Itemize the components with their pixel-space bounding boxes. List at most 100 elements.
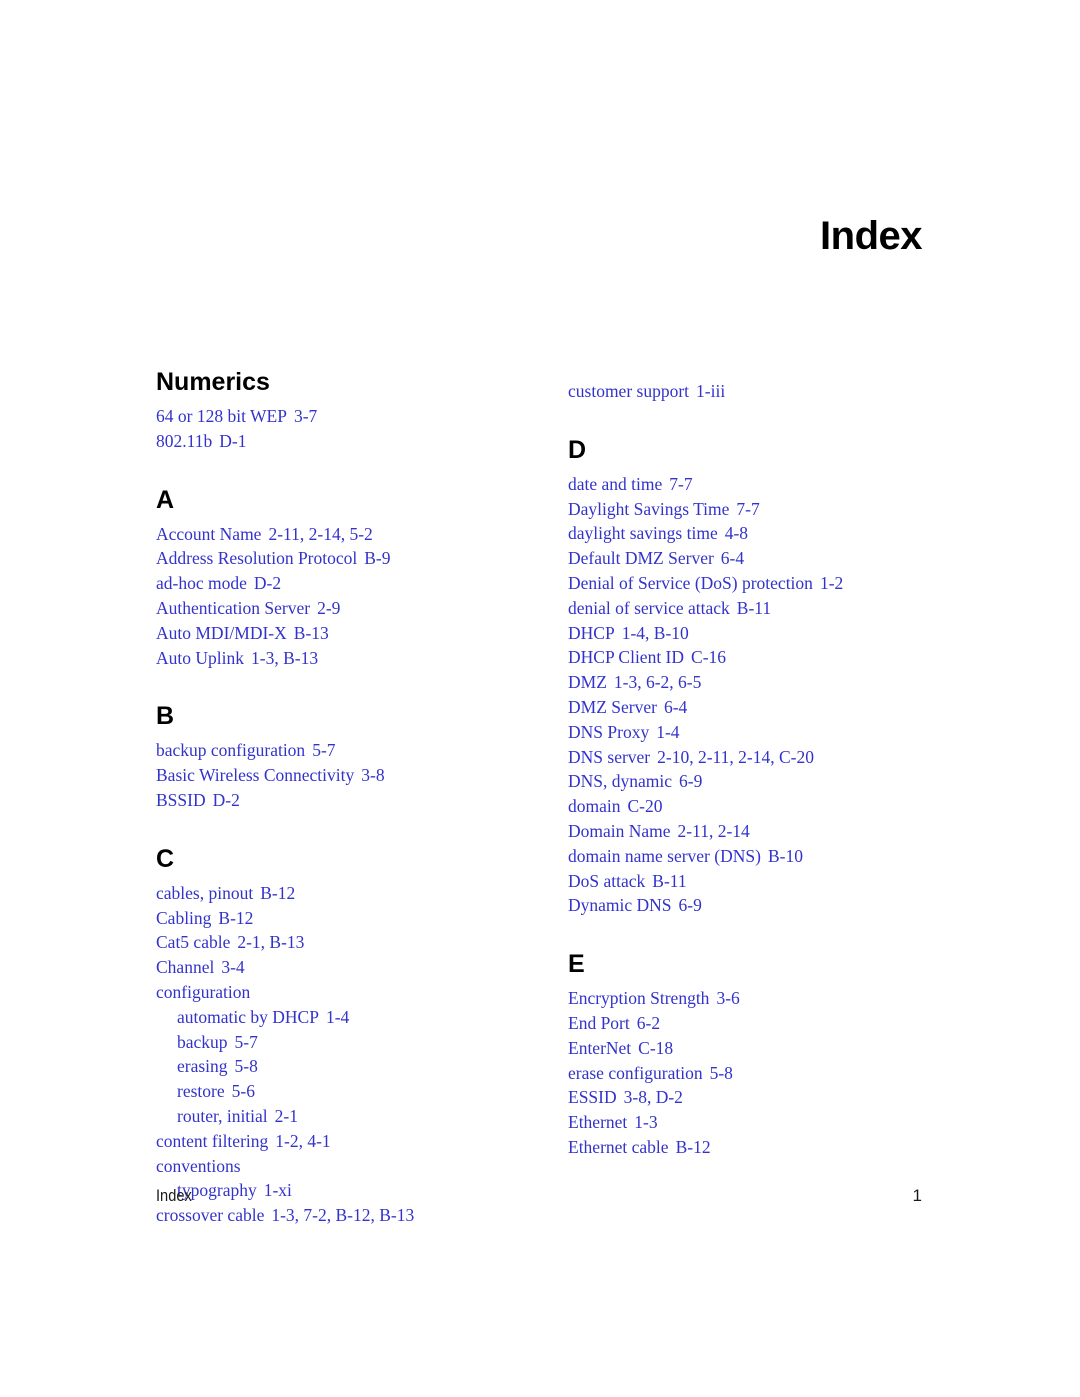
index-entry-list: date and time 7-7 Daylight Savings Time 7-7… <box>568 472 968 918</box>
entry-locators: D-1 <box>219 430 247 451</box>
entry-locators: 3-8 <box>361 765 385 786</box>
section-heading-a: A <box>156 485 175 514</box>
page-footer: Index 1 <box>156 1186 922 1208</box>
entry-term: Dynamic DNS <box>568 895 672 916</box>
index-entry[interactable]: BSSID D-2 <box>156 788 556 813</box>
entry-locators: 1-3 <box>634 1112 658 1133</box>
index-entry[interactable]: backup configuration 5-7 <box>156 738 556 763</box>
index-entry[interactable]: ESSID 3-8, D-2 <box>568 1085 968 1110</box>
entry-locators: B-9 <box>364 548 391 569</box>
index-entry[interactable]: Auto MDI/MDI-X B-13 <box>156 621 556 646</box>
entry-term: DHCP Client ID <box>568 647 685 668</box>
index-entry[interactable]: Basic Wireless Connectivity 3-8 <box>156 763 556 788</box>
index-entry[interactable]: conventions <box>156 1154 556 1179</box>
index-entry[interactable]: DoS attack B-11 <box>568 869 968 894</box>
entry-term: date and time <box>568 473 663 494</box>
index-entry[interactable]: Default DMZ Server 6-4 <box>568 546 968 571</box>
index-subentry[interactable]: erasing 5-8 <box>156 1054 556 1079</box>
entry-locators: C-18 <box>638 1037 674 1058</box>
index-entry[interactable]: End Port 6-2 <box>568 1011 968 1036</box>
index-entry[interactable]: Ethernet cable B-12 <box>568 1135 968 1160</box>
index-entry[interactable]: Cabling B-12 <box>156 906 556 931</box>
section-heading-d: D <box>568 435 587 464</box>
entry-term: Domain Name <box>568 820 671 841</box>
entry-term: domain name server (DNS) <box>568 845 761 866</box>
entry-locators: 6-9 <box>678 895 702 916</box>
left-column: Numerics 64 or 128 bit WEP 3-7 802.11b D-1 A A… <box>156 370 556 1228</box>
index-entry[interactable]: DMZ 1-3, 6-2, 6-5 <box>568 670 968 695</box>
index-entry[interactable]: denial of service attack B-11 <box>568 596 968 621</box>
index-entry-list: customer support 1-iii <box>568 379 968 404</box>
entry-locators: 5-8 <box>709 1062 733 1083</box>
entry-locators: 1-2, 4-1 <box>275 1130 331 1151</box>
index-section: Bbackup configuration 5-7 Basic Wireless C… <box>156 704 556 812</box>
entry-term: Account Name <box>156 523 262 544</box>
index-entry[interactable]: DNS, dynamic 6-9 <box>568 769 968 794</box>
index-entry[interactable]: Cat5 cable 2-1, B-13 <box>156 930 556 955</box>
entry-term: conventions <box>156 1155 241 1176</box>
entry-locators: B-13 <box>293 622 329 643</box>
index-entry[interactable]: configuration <box>156 980 556 1005</box>
index-subentry[interactable]: router, initial 2-1 <box>156 1104 556 1129</box>
entry-term: 802.11b <box>156 430 213 451</box>
index-entry[interactable]: domain C-20 <box>568 794 968 819</box>
entry-term: crossover cable <box>156 1205 265 1226</box>
index-entry[interactable]: Account Name 2-11, 2-14, 5-2 <box>156 522 556 547</box>
index-entry[interactable]: Daylight Savings Time 7-7 <box>568 497 968 522</box>
index-entry[interactable]: EnterNet C-18 <box>568 1036 968 1061</box>
index-entry[interactable]: daylight savings time 4-8 <box>568 521 968 546</box>
index-entry[interactable]: Encryption Strength 3-6 <box>568 986 968 1011</box>
entry-term: Daylight Savings Time <box>568 498 730 519</box>
entry-term: erasing <box>177 1056 228 1077</box>
entry-locators: 5-6 <box>231 1081 255 1102</box>
index-entry[interactable]: DMZ Server 6-4 <box>568 695 968 720</box>
entry-locators: 5-8 <box>234 1056 258 1077</box>
index-entry[interactable]: customer support 1-iii <box>568 379 968 404</box>
index-entry[interactable]: Channel 3-4 <box>156 955 556 980</box>
index-entry[interactable]: Authentication Server 2-9 <box>156 596 556 621</box>
index-subentry[interactable]: automatic by DHCP 1-4 <box>156 1005 556 1030</box>
index-entry[interactable]: Address Resolution Protocol B-9 <box>156 546 556 571</box>
index-page: Index Numerics 64 or 128 bit WEP 3-7 802.11… <box>0 0 1080 1397</box>
entry-locators: 5-7 <box>312 740 336 761</box>
entry-term: domain <box>568 796 621 817</box>
entry-term: denial of service attack <box>568 597 730 618</box>
entry-locators: 2-1, B-13 <box>237 932 305 953</box>
index-entry[interactable]: Ethernet 1-3 <box>568 1110 968 1135</box>
entry-locators: 2-1 <box>274 1105 298 1126</box>
page-title: Index <box>820 214 922 258</box>
index-entry[interactable]: DNS server 2-10, 2-11, 2-14, C-20 <box>568 745 968 770</box>
entry-term: ad-hoc mode <box>156 573 247 594</box>
index-entry[interactable]: date and time 7-7 <box>568 472 968 497</box>
index-entry[interactable]: Denial of Service (DoS) protection 1-2 <box>568 571 968 596</box>
index-entry[interactable]: 64 or 128 bit WEP 3-7 <box>156 404 556 429</box>
entry-locators: 1-3, 6-2, 6-5 <box>613 672 702 693</box>
index-entry[interactable]: Dynamic DNS 6-9 <box>568 893 968 918</box>
index-section: Ccables, pinout B-12 Cabling B-12 Cat5 cable… <box>156 846 556 1228</box>
index-subentry[interactable]: backup 5-7 <box>156 1030 556 1055</box>
index-entry-list: Account Name 2-11, 2-14, 5-2 Address Resol… <box>156 522 556 671</box>
index-entry[interactable]: DHCP 1-4, B-10 <box>568 621 968 646</box>
entry-term: DNS, dynamic <box>568 771 673 792</box>
entry-locators: B-12 <box>675 1136 711 1157</box>
index-entry[interactable]: DNS Proxy 1-4 <box>568 720 968 745</box>
entry-locators: 1-4 <box>325 1006 350 1027</box>
index-subentry[interactable]: restore 5-6 <box>156 1079 556 1104</box>
entry-term: Auto MDI/MDI-X <box>156 622 287 643</box>
index-entry[interactable]: Domain Name 2-11, 2-14 <box>568 819 968 844</box>
index-entry[interactable]: cables, pinout B-12 <box>156 881 556 906</box>
index-entry[interactable]: domain name server (DNS) B-10 <box>568 844 968 869</box>
index-entry-list: 64 or 128 bit WEP 3-7 802.11b D-1 <box>156 404 556 454</box>
index-entry[interactable]: Auto Uplink 1-3, B-13 <box>156 646 556 671</box>
index-entry[interactable]: erase configuration 5-8 <box>568 1061 968 1086</box>
index-entry[interactable]: 802.11b D-1 <box>156 429 556 454</box>
entry-locators: 3-6 <box>716 988 740 1009</box>
index-entry[interactable]: ad-hoc mode D-2 <box>156 571 556 596</box>
entry-locators: D-2 <box>212 789 240 810</box>
entry-term: cables, pinout <box>156 882 254 903</box>
index-entry[interactable]: content filtering 1-2, 4-1 <box>156 1129 556 1154</box>
entry-term: daylight savings time <box>568 523 718 544</box>
index-entry[interactable]: DHCP Client ID C-16 <box>568 645 968 670</box>
footer-label: Index <box>156 1186 192 1205</box>
entry-locators: 2-11, 2-14, 5-2 <box>268 523 373 544</box>
